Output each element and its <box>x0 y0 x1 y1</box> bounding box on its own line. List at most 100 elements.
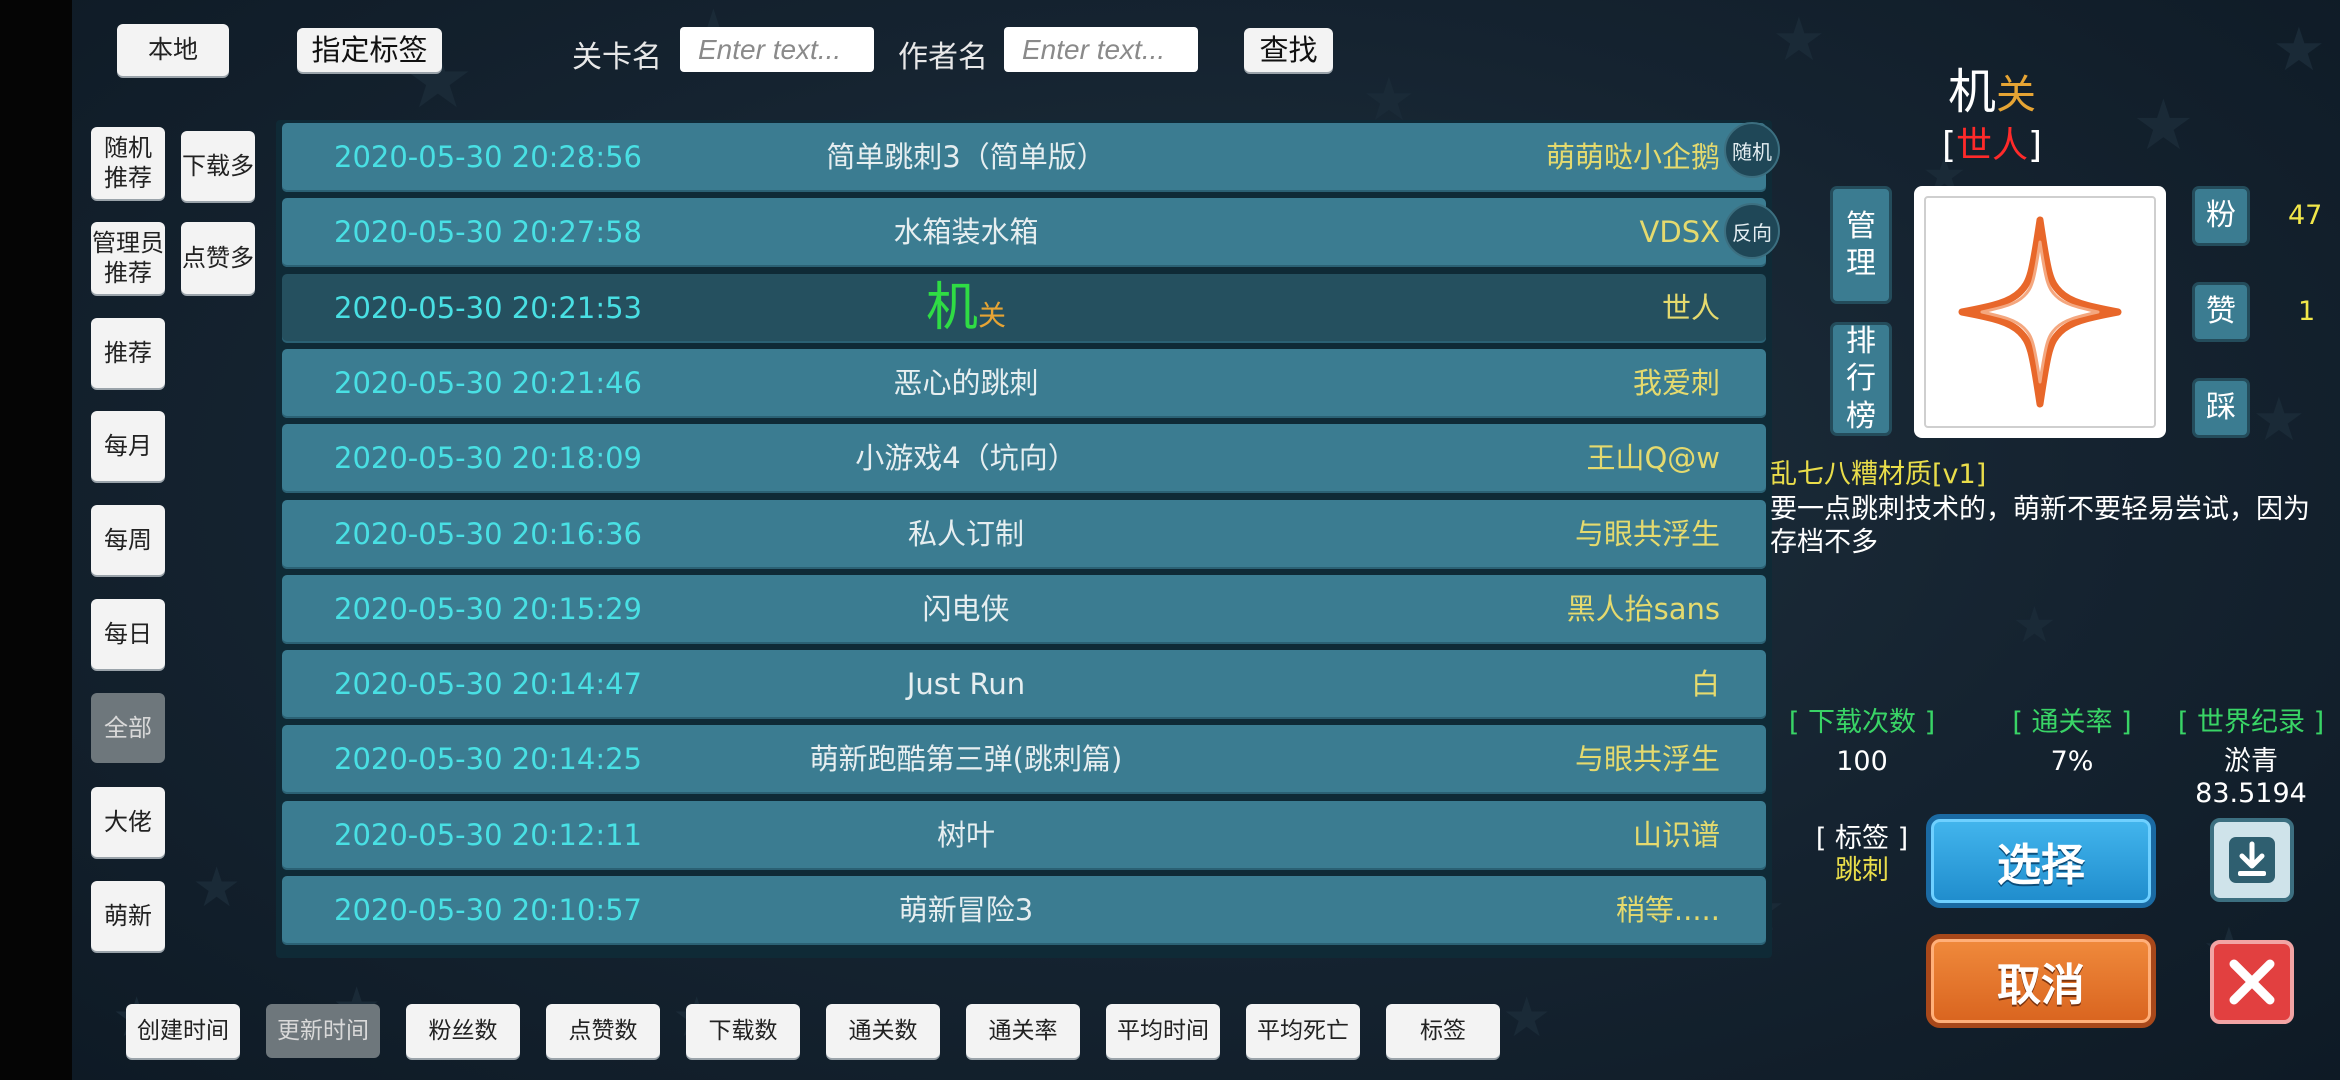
detail-author-bracket-open: [ <box>1941 125 1956 166</box>
level-author: 王山Q@w <box>1586 441 1720 476</box>
recommend-button[interactable]: 推荐 <box>91 318 165 388</box>
world-record-time: 83.5194 <box>2195 778 2307 809</box>
level-updated-date: 2020-05-30 20:16:36 <box>334 516 642 551</box>
downloads-header: [ 下载次数 ] <box>1788 707 1936 738</box>
world-record-header: [ 世界纪录 ] <box>2177 707 2325 738</box>
daily-button[interactable]: 每日 <box>91 599 165 669</box>
background-star-icon: ★ <box>192 855 242 919</box>
manage-label: 管 理 <box>1846 208 1876 282</box>
game-screen: ★ ★ ★ ★ ★ ★ ★ ★ ★ ★ ★ ★ ★ ★ ★ ★ ★ ★ ★ 本地… <box>72 0 2340 1080</box>
experts-button[interactable]: 大佬 <box>91 787 165 857</box>
level-updated-date: 2020-05-30 20:27:58 <box>334 215 642 250</box>
author-name-label: 作者名 <box>898 40 988 75</box>
manage-button[interactable]: 管 理 <box>1830 186 1892 304</box>
background-star-icon: ★ <box>2012 596 2057 654</box>
level-author: VDSX <box>1639 215 1720 250</box>
random-recommend-label: 随机 推荐 <box>104 134 152 192</box>
level-row[interactable]: 2020-05-30 20:16:36 私人订制 与眼共浮生 <box>276 497 1772 572</box>
level-row[interactable]: 2020-05-30 20:15:29 闪电侠 黑人抬sans <box>276 572 1772 647</box>
level-preview-frame <box>1914 186 2166 438</box>
level-list[interactable]: 2020-05-30 20:28:56 简单跳刺3（简单版） 萌萌哒小企鹅 2020-… <box>276 120 1772 958</box>
admin-recommend-label: 管理员 推荐 <box>92 229 164 287</box>
level-name-input[interactable] <box>680 27 874 72</box>
level-name-label: 关卡名 <box>572 40 662 75</box>
newbies-button[interactable]: 萌新 <box>91 881 165 951</box>
close-icon <box>2229 959 2275 1005</box>
level-row[interactable]: 2020-05-30 20:27:58 水箱装水箱 VDSX <box>276 195 1772 270</box>
level-author: 世人 <box>1661 290 1720 325</box>
level-row[interactable]: 2020-05-30 20:14:25 萌新跑酷第三弹(跳刺篇) 与眼共浮生 <box>276 722 1772 797</box>
level-updated-date: 2020-05-30 20:21:46 <box>334 365 642 400</box>
sort-button[interactable]: 通关数 <box>826 1004 940 1058</box>
all-button[interactable]: 全部 <box>91 693 165 763</box>
tag-filter-button[interactable]: 指定标签 <box>297 28 442 72</box>
level-row[interactable]: 2020-05-30 20:21:53 机关 世人 <box>276 271 1772 346</box>
download-button[interactable] <box>2210 818 2294 902</box>
cancel-button[interactable]: 取消 <box>1926 934 2156 1028</box>
sort-button[interactable]: 平均死亡 <box>1246 1004 1360 1058</box>
level-title: 水箱装水箱 <box>893 215 1039 250</box>
reverse-button[interactable]: 反向 <box>1724 203 1780 259</box>
author-name-input[interactable] <box>1004 27 1198 72</box>
sparkle-icon <box>1958 216 2122 408</box>
world-record-holder: 淤青 <box>2224 746 2278 777</box>
level-title-main: 机 <box>925 277 978 338</box>
select-button[interactable]: 选择 <box>1926 814 2156 908</box>
level-title: Just Run <box>906 667 1026 702</box>
level-row[interactable]: 2020-05-30 20:12:11 树叶 山识谱 <box>276 798 1772 873</box>
most-likes-button[interactable]: 点赞多 <box>181 222 255 294</box>
sort-button[interactable]: 粉丝数 <box>406 1004 520 1058</box>
level-title: 简单跳刺3（简单版） <box>826 140 1106 174</box>
sort-button[interactable]: 通关率 <box>966 1004 1080 1058</box>
dislike-button[interactable]: 踩 <box>2192 378 2250 438</box>
like-button[interactable]: 赞 <box>2192 282 2250 342</box>
level-author: 萌萌哒小企鹅 <box>1545 140 1720 174</box>
ranking-button[interactable]: 排 行 榜 <box>1830 322 1892 436</box>
admin-recommend-button[interactable]: 管理员 推荐 <box>91 222 165 294</box>
level-updated-date: 2020-05-30 20:14:47 <box>334 667 642 702</box>
level-row[interactable]: 2020-05-30 20:21:46 恶心的跳刺 我爱刺 <box>276 346 1772 421</box>
level-updated-date: 2020-05-30 20:21:53 <box>334 290 642 325</box>
level-row[interactable]: 2020-05-30 20:10:57 萌新冒险3 稍等..... <box>276 873 1772 948</box>
sort-button[interactable]: 下载数 <box>686 1004 800 1058</box>
weekly-button[interactable]: 每周 <box>91 505 165 575</box>
tag-value: 跳刺 <box>1835 855 1889 886</box>
downloads-value: 100 <box>1836 746 1888 777</box>
description-body: 要一点跳刺技术的，萌新不要轻易尝试，因为存档不多 <box>1770 494 2310 558</box>
level-updated-date: 2020-05-30 20:10:57 <box>334 893 642 927</box>
random-button[interactable]: 随机 <box>1724 122 1780 178</box>
background-star-icon: ★ <box>2252 385 2306 455</box>
level-title: 闪电侠 <box>922 591 1010 626</box>
level-updated-date: 2020-05-30 20:18:09 <box>334 441 642 476</box>
level-row[interactable]: 2020-05-30 20:14:47 Just Run 白 <box>276 647 1772 722</box>
background-star-icon: ★ <box>1502 985 1552 1049</box>
level-row[interactable]: 2020-05-30 20:28:56 简单跳刺3（简单版） 萌萌哒小企鹅 <box>276 120 1772 195</box>
description-title: 乱七八糟材质[v1] <box>1770 459 1987 490</box>
level-row[interactable]: 2020-05-30 20:18:09 小游戏4（坑向） 王山Q@w <box>276 421 1772 496</box>
detail-author-bracket-close: ] <box>2028 125 2043 166</box>
local-button[interactable]: 本地 <box>117 24 229 76</box>
detail-title-main: 机 <box>1947 64 1996 120</box>
close-button[interactable] <box>2210 940 2294 1024</box>
detail-level-title: 机关 <box>1882 52 2102 122</box>
sort-button[interactable]: 平均时间 <box>1106 1004 1220 1058</box>
random-recommend-button[interactable]: 随机 推荐 <box>91 127 165 199</box>
monthly-button[interactable]: 每月 <box>91 411 165 481</box>
level-title: 机关 <box>676 271 1256 346</box>
sort-button[interactable]: 标签 <box>1386 1004 1500 1058</box>
like-count: 1 <box>2298 296 2316 327</box>
level-updated-date: 2020-05-30 20:28:56 <box>334 140 642 174</box>
sort-button[interactable]: 更新时间 <box>266 1004 380 1058</box>
level-author: 山识谱 <box>1632 817 1720 852</box>
sort-button[interactable]: 点赞数 <box>546 1004 660 1058</box>
sort-button[interactable]: 创建时间 <box>126 1004 240 1058</box>
level-updated-date: 2020-05-30 20:15:29 <box>334 591 642 626</box>
ranking-label: 排 行 榜 <box>1846 323 1876 434</box>
level-author: 我爱刺 <box>1632 365 1720 400</box>
fans-button[interactable]: 粉 <box>2192 186 2250 246</box>
level-title: 萌新冒险3 <box>898 893 1034 927</box>
detail-title-suffix: 关 <box>1996 72 2036 118</box>
search-button[interactable]: 查找 <box>1244 28 1333 72</box>
most-downloads-button[interactable]: 下载多 <box>181 131 255 201</box>
clear-rate-header: [ 通关率 ] <box>2012 707 2132 738</box>
